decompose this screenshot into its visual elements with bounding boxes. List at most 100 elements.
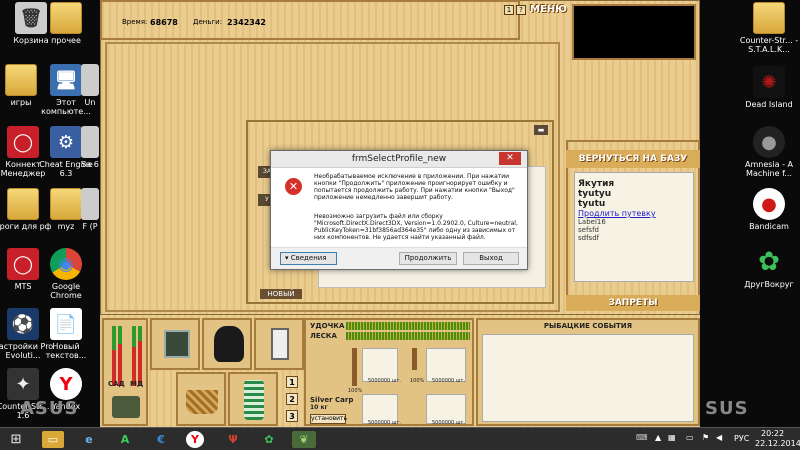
backpack-icon: [214, 326, 244, 362]
details-button[interactable]: ▾ Сведения: [280, 252, 337, 265]
battery-icon[interactable]: ▭: [686, 433, 694, 442]
desktop-icon-label: Counter-Str... - S.T.A.L.K...: [739, 36, 799, 54]
bag-icon[interactable]: [112, 396, 140, 418]
bait-qty-2: 5000000 шт.: [432, 378, 465, 384]
fishing-events-title: РЫБАЦКИЕ СОБЫТИЯ: [543, 322, 633, 330]
drugvokrug-taskbar-icon[interactable]: ✿: [258, 431, 280, 448]
desktop-icon-un[interactable]: Un: [80, 64, 100, 107]
item-slot-phone[interactable]: [254, 318, 304, 370]
keepnet-icon: [244, 380, 264, 420]
phone-icon: [271, 328, 289, 360]
bait-qty-1: 5000000 шт.: [368, 378, 401, 384]
label-sdfsdf: sdfsdf: [578, 234, 600, 242]
desktop-icon-stalker[interactable]: Counter-Str... - S.T.A.L.K...: [738, 2, 800, 54]
bans-button[interactable]: ЗАПРЕТЫ: [566, 295, 700, 311]
error-dialog: frmSelectProfile_new ✕ ✕ Необрабатываемо…: [270, 150, 528, 270]
md-meter-2: [138, 326, 142, 386]
flag-icon[interactable]: ⚑: [702, 433, 709, 442]
dialog-titlebar: frmSelectProfile_new ✕: [271, 151, 527, 168]
install-button[interactable]: установить: [310, 414, 347, 424]
md-label: МД: [130, 380, 144, 388]
desktop-icon-chrome[interactable]: ◉ Google Chrome: [35, 248, 97, 300]
return-to-base-button[interactable]: ВЕРНУТЬСЯ НА БАЗУ: [566, 150, 700, 168]
clock-date[interactable]: 22.12.2014: [755, 439, 800, 448]
preview-area: [572, 4, 696, 60]
location-sub1: tyutyu: [578, 189, 612, 199]
dialog-footer: ▾ Сведения Продолжить Выход: [271, 247, 527, 269]
minimize-button[interactable]: ▬: [534, 125, 548, 135]
desktop-icon-drugvokrug[interactable]: ✿ ДругВокруг: [738, 246, 800, 290]
desktop-icon-label: Dead Island: [745, 100, 793, 109]
label16: Label16: [578, 218, 606, 226]
item-slot-backpack[interactable]: [202, 318, 252, 370]
drugvokrug-icon: ✿: [758, 246, 780, 277]
desktop-icon-new-text[interactable]: 📄 Новый текстов...: [35, 308, 97, 360]
location-sub2: tyutu: [578, 199, 606, 209]
fishing-events-panel: РЫБАЦКИЕ СОБЫТИЯ: [476, 318, 700, 426]
chrome-icon: ◉: [50, 248, 82, 280]
tray-arrow-icon[interactable]: ▲: [655, 433, 661, 442]
location-name: Якутия: [578, 179, 615, 189]
basket-icon: [186, 390, 218, 414]
explorer-icon[interactable]: ▭: [42, 431, 64, 448]
location-card: Якутия tyutyu tyutu Продлить путевку Lab…: [574, 172, 694, 282]
menu-button[interactable]: МЕНЮ: [530, 4, 567, 15]
fishing-events-list[interactable]: [482, 334, 694, 422]
asus-wallpaper-logo-left: ASUS: [20, 398, 79, 419]
new-profile-button[interactable]: НОВЫЙ: [260, 289, 302, 299]
desktop-icon-f[interactable]: F (P: [80, 188, 100, 231]
folder-icon: [5, 64, 37, 96]
desktop-icon-sa[interactable]: Sa 6: [80, 126, 100, 169]
clock-time[interactable]: 20:22: [761, 429, 784, 438]
slot-1-button[interactable]: 1: [286, 376, 298, 388]
desktop-icon-dead-island[interactable]: ✺ Dead Island: [738, 66, 800, 109]
item-slot-basket[interactable]: [176, 372, 226, 426]
desktop-icon-prochee[interactable]: прочее: [35, 2, 97, 45]
slot-2-button[interactable]: 2: [286, 393, 298, 405]
rod-label: УДОЧКА: [310, 322, 345, 330]
desktop-icon-bandicam[interactable]: ● Bandicam: [738, 188, 800, 231]
app-red-icon[interactable]: Ψ: [222, 431, 244, 448]
status-bar: Время: 68678 Деньги: 2342342: [100, 5, 500, 35]
desktop-icon-label: ДругВокруг: [744, 280, 794, 289]
app-green-a-icon[interactable]: A: [114, 431, 136, 448]
yandex-icon: Y: [50, 368, 82, 400]
slot-3-button[interactable]: 3: [286, 410, 298, 422]
game-taskbar-icon[interactable]: ❦: [292, 431, 316, 448]
app-icon: [81, 126, 99, 158]
bait-slot-1[interactable]: [362, 348, 398, 382]
fish-name: Silver Carp: [310, 396, 354, 404]
bandicam-icon: ●: [753, 188, 785, 220]
folder-icon: [50, 2, 82, 34]
continue-button[interactable]: Продолжить: [399, 252, 457, 265]
health-slot: САД МД: [102, 318, 148, 426]
bait-qty-4: 5000000 шт.: [432, 420, 465, 426]
desktop: 🗑 Корзина прочее игры 🖥 Этот компьюте...…: [0, 0, 800, 450]
exit-button[interactable]: Выход: [463, 252, 519, 265]
item-slot-keepnet[interactable]: [228, 372, 278, 426]
desktop-icon-amnesia[interactable]: ● Amnesia - A Machine f...: [738, 126, 800, 178]
dead-island-icon: ✺: [753, 66, 785, 98]
keyboard-icon[interactable]: ⌨: [636, 433, 648, 442]
close-icon[interactable]: ✕: [499, 152, 521, 165]
app-euro-icon[interactable]: €: [150, 431, 172, 448]
extend-voucher-link[interactable]: Продлить путевку: [575, 209, 693, 218]
windows-start-icon[interactable]: ⊞: [4, 431, 28, 448]
network-icon[interactable]: ▦: [668, 433, 676, 442]
item-slot-tackle-box[interactable]: [150, 318, 200, 370]
error-icon: ✕: [285, 178, 302, 195]
language-indicator[interactable]: РУС: [734, 434, 749, 443]
desktop-icon-label: прочее: [51, 36, 81, 45]
money-label: Деньги:: [193, 18, 223, 26]
pause-button[interactable]: 1: [504, 5, 514, 15]
help-button[interactable]: ?: [516, 5, 526, 15]
yandex-taskbar-icon[interactable]: Y: [186, 431, 204, 448]
bait-slot-2[interactable]: [426, 348, 466, 382]
error-message: Необрабатываемое исключение в приложении…: [314, 173, 515, 201]
line-label: ЛЕСКА: [310, 332, 337, 340]
internet-explorer-icon[interactable]: e: [78, 431, 100, 448]
time-label: Время:: [122, 18, 148, 26]
desktop-icon-label: Sa 6: [81, 160, 99, 169]
asus-wallpaper-logo-right: SUS: [705, 398, 749, 419]
volume-icon[interactable]: ◀: [716, 433, 722, 442]
